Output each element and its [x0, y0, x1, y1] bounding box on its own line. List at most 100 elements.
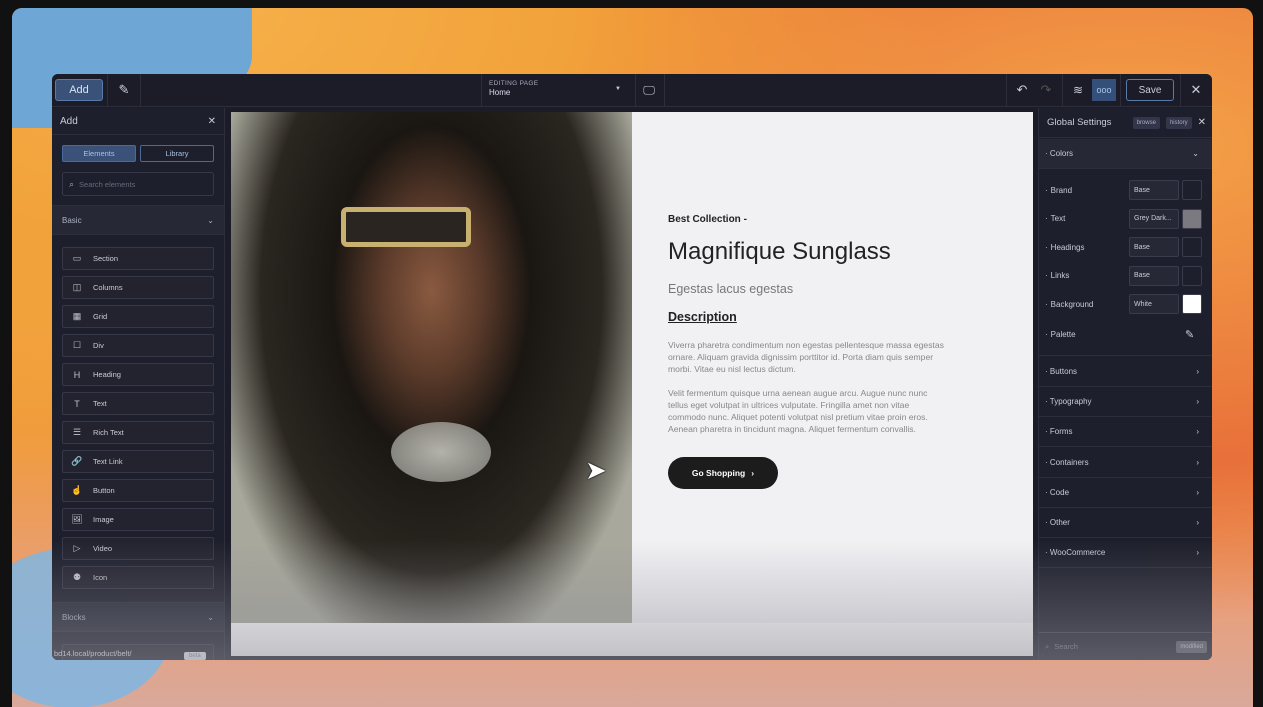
palette-row: · Palette ✎ — [1045, 328, 1195, 341]
search-icon: ⌕ — [69, 178, 75, 189]
group-code[interactable]: · Code › — [1039, 478, 1212, 508]
group-typography[interactable]: · Typography › — [1039, 387, 1212, 418]
group-other[interactable]: · Other › — [1039, 508, 1212, 538]
toolbar: Add ✎ EDITING PAGE Home ▼ 🖵 ↶ ↷ ≋ ooo Sa… — [52, 74, 1212, 107]
element-item-section[interactable]: ▭ Section — [62, 247, 214, 270]
color-swatch[interactable] — [1182, 265, 1202, 286]
element-item-button[interactable]: ☝ Button — [62, 479, 214, 502]
color-select[interactable]: White — [1129, 294, 1179, 314]
element-item-rich-text[interactable]: ☰ Rich Text — [62, 421, 214, 444]
section-basic[interactable]: Basic ⌄ — [52, 205, 224, 235]
description-heading[interactable]: Description — [668, 310, 737, 324]
color-swatch[interactable] — [1182, 180, 1202, 200]
page-canvas[interactable]: Best Collection - Magnifique Sunglass Eg… — [231, 112, 1211, 656]
element-item-video[interactable]: ▷ Video — [62, 537, 214, 560]
redo-icon[interactable]: ↷ — [1036, 79, 1056, 101]
modified-badge[interactable]: modified — [1176, 640, 1207, 653]
color-row-text: · Text Grey Dark... — [1039, 206, 1212, 232]
color-swatch[interactable] — [1182, 208, 1202, 229]
color-select[interactable]: Base — [1129, 265, 1179, 286]
paragraph-1[interactable]: Viverra pharetra condimentum non egestas… — [668, 339, 948, 375]
element-item-grid[interactable]: ▦ Grid — [62, 305, 214, 328]
chevron-right-icon: › — [1196, 427, 1199, 437]
color-swatch[interactable] — [1182, 294, 1202, 314]
element-item-div[interactable]: ☐ Div — [62, 334, 214, 357]
layers-icon[interactable]: ≋ — [1067, 79, 1089, 101]
color-select[interactable]: Base — [1129, 237, 1179, 257]
grid-icon: ▦ — [72, 311, 82, 321]
undo-icon[interactable]: ↶ — [1012, 79, 1032, 101]
image-icon: 🖼 — [71, 514, 83, 524]
global-settings-panel: Global Settings browse history ✕ · Color… — [1038, 108, 1212, 660]
hero-image[interactable] — [231, 112, 632, 623]
add-panel: Add ✕ Elements Library ⌕ Search elements B… — [52, 108, 225, 660]
tab-library[interactable]: Library — [140, 145, 214, 162]
color-row-links: · Links Base — [1039, 263, 1212, 289]
tab-elements[interactable]: Elements — [62, 145, 136, 162]
hero-subtitle[interactable]: Egestas lacus egestas — [668, 282, 793, 296]
element-item-columns[interactable]: ◫ Columns — [62, 276, 214, 299]
page-selector[interactable]: EDITING PAGE Home ▼ — [489, 80, 629, 102]
group-buttons[interactable]: · Buttons › — [1039, 357, 1212, 387]
group-containers[interactable]: · Containers › — [1039, 448, 1212, 478]
editing-page-value: Home — [489, 88, 511, 97]
chevron-right-icon: › — [1196, 487, 1199, 497]
paragraph-2[interactable]: Velit fermentum quisque urna aenean augu… — [668, 387, 948, 435]
element-item-icon[interactable]: ⚉ Icon — [62, 566, 214, 589]
search-elements-input[interactable]: ⌕ Search elements — [62, 172, 214, 196]
panel-title: Add — [60, 115, 78, 127]
chevron-right-icon: › — [1196, 457, 1199, 467]
chevron-right-icon: › — [1196, 367, 1199, 376]
edit-icon[interactable]: ✎ — [1185, 328, 1194, 341]
sunglasses-shape — [341, 207, 471, 247]
desktop-preview-icon[interactable]: 🖵 — [638, 79, 660, 101]
text-icon: T — [74, 398, 80, 409]
section-blocks[interactable]: Blocks ⌄ — [52, 602, 224, 632]
chevron-down-icon: ⌄ — [1192, 149, 1199, 158]
caret-down-icon: ▼ — [615, 86, 621, 92]
group-woocommerce[interactable]: · WooCommerce › — [1039, 538, 1212, 569]
element-item-image[interactable]: 🖼 Image — [62, 508, 214, 531]
element-item-heading[interactable]: H Heading — [62, 363, 214, 386]
chevron-right-icon: › — [1196, 397, 1199, 407]
close-icon[interactable]: ✕ — [1186, 79, 1206, 101]
color-row-background: · Background White — [1039, 291, 1212, 317]
settings-search[interactable]: ⌕ Search modified — [1039, 632, 1212, 660]
browse-button[interactable]: browse — [1132, 116, 1160, 129]
color-row-brand: · Brand Base — [1039, 177, 1212, 203]
edit-icon[interactable]: ✎ — [112, 79, 136, 101]
panel-title: Global Settings — [1047, 117, 1112, 128]
element-item-text[interactable]: T Text — [62, 392, 214, 415]
status-url: bd14.local/product/belt/ — [54, 649, 132, 658]
hero-title[interactable]: Magnifique Sunglass — [668, 238, 891, 266]
chevron-down-icon: ⌄ — [207, 215, 214, 225]
history-button[interactable]: history — [1165, 116, 1192, 129]
go-shopping-button[interactable]: Go Shopping › — [668, 457, 778, 489]
color-select[interactable]: Grey Dark... — [1129, 208, 1179, 229]
chevron-down-icon: ⌄ — [207, 612, 214, 622]
close-icon[interactable]: ✕ — [1198, 117, 1206, 128]
color-row-headings: · Headings Base — [1039, 234, 1212, 260]
element-item-text-link[interactable]: 🔗 Text Link — [62, 450, 214, 473]
group-colors[interactable]: · Colors ⌄ — [1039, 139, 1212, 169]
close-icon[interactable]: ✕ — [208, 116, 216, 127]
button-icon: ☝ — [71, 485, 83, 495]
text-link-icon: 🔗 — [71, 456, 83, 466]
editing-page-label: EDITING PAGE — [489, 80, 539, 87]
columns-icon: ◫ — [72, 282, 82, 292]
div-icon: ☐ — [72, 340, 82, 350]
more-icon[interactable]: ooo — [1092, 79, 1116, 101]
save-button[interactable]: Save — [1126, 79, 1174, 101]
icon-icon: ⚉ — [72, 572, 82, 582]
group-forms[interactable]: · Forms › — [1039, 417, 1212, 448]
mouse-cursor: ➤ — [585, 455, 607, 485]
chevron-right-icon: › — [751, 468, 755, 478]
add-button[interactable]: Add — [55, 79, 103, 101]
editor-window: Add ✎ EDITING PAGE Home ▼ 🖵 ↶ ↷ ≋ ooo Sa… — [52, 74, 1212, 660]
section-icon: ▭ — [72, 253, 82, 263]
color-swatch[interactable] — [1182, 237, 1202, 257]
color-select[interactable]: Base — [1129, 180, 1179, 200]
eyebrow-text[interactable]: Best Collection - — [668, 214, 747, 225]
chevron-right-icon: › — [1196, 518, 1199, 527]
necklace-shape — [391, 422, 491, 482]
